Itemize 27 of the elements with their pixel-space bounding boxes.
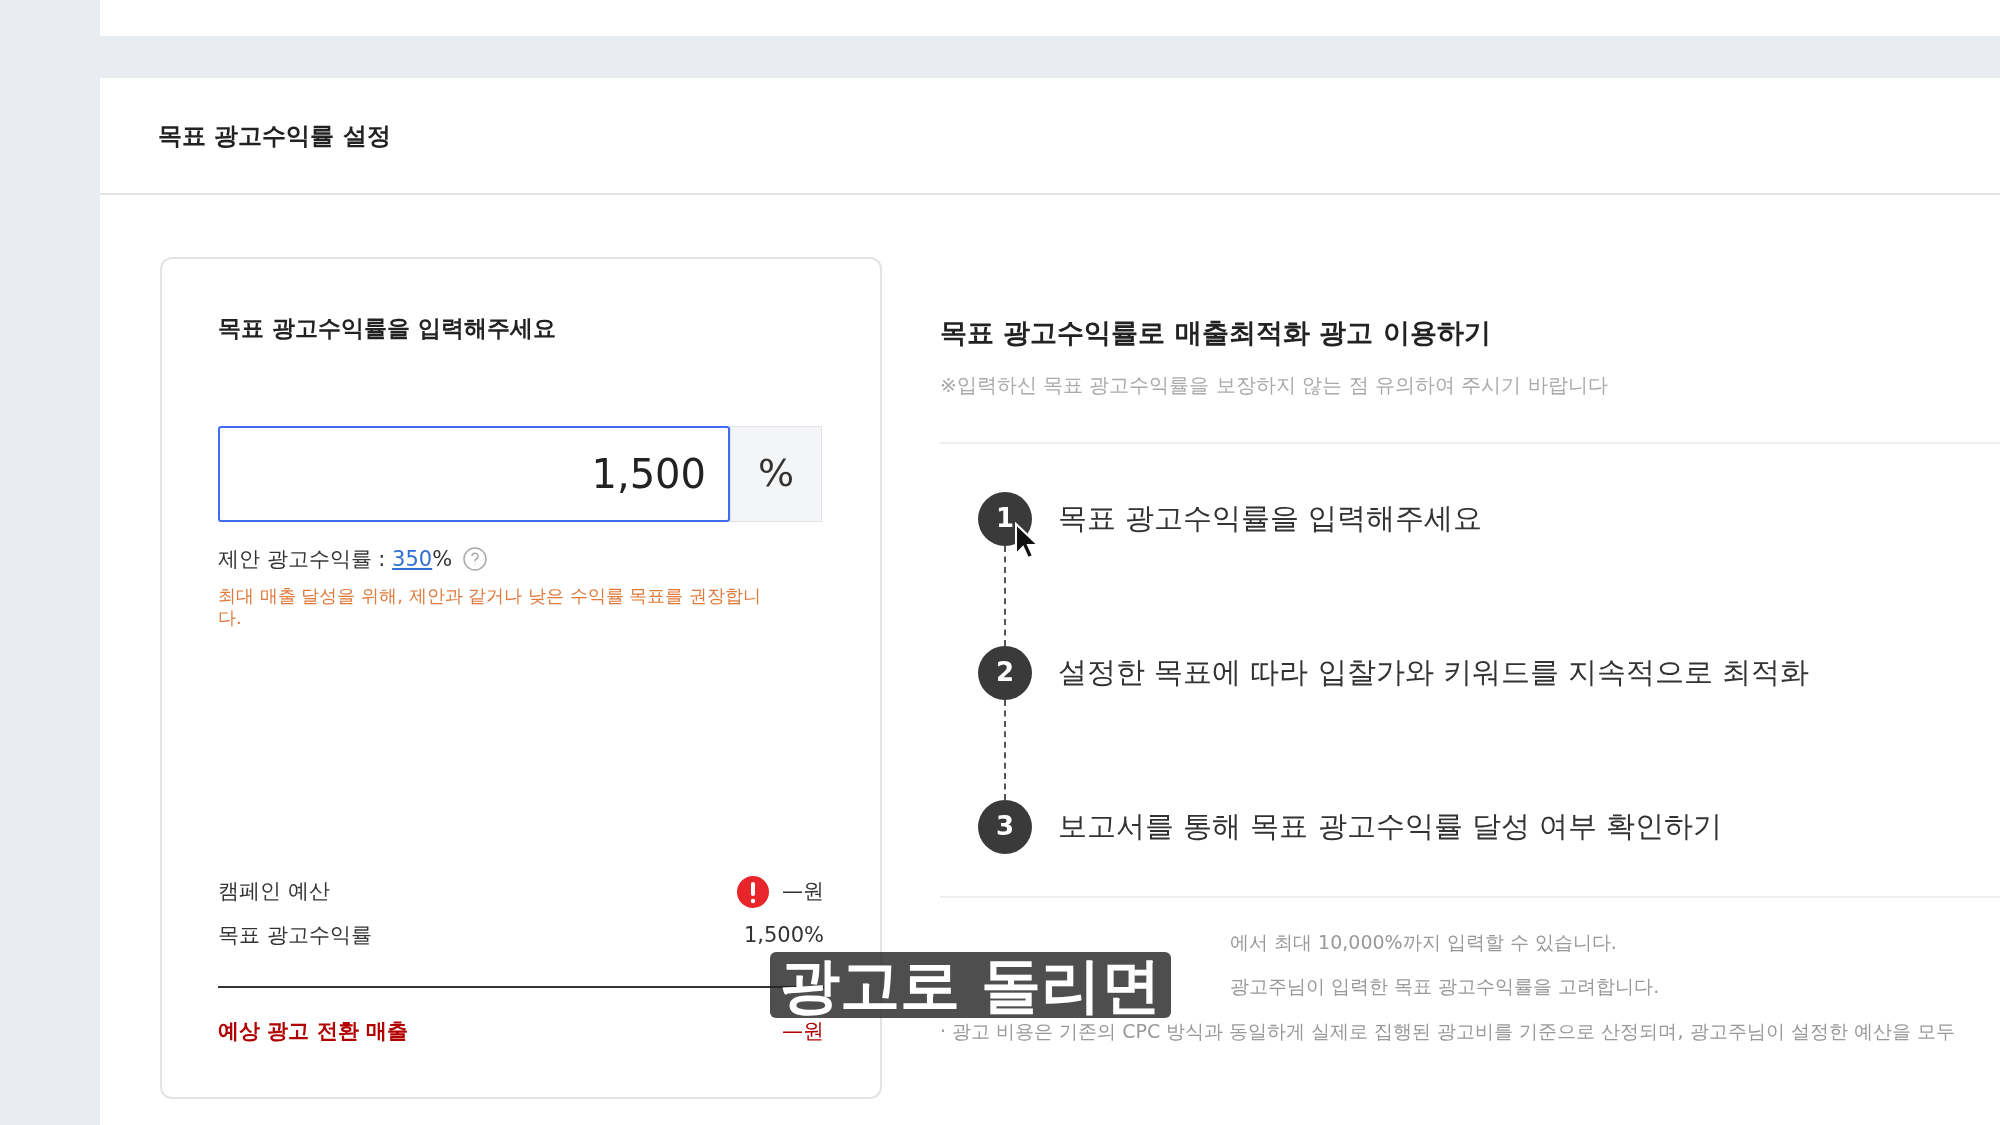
video-caption: 광고로 돌리면 xyxy=(770,952,1171,1018)
step-text: 보고서를 통해 목표 광고수익률 달성 여부 확인하기 xyxy=(1058,807,1723,845)
step-number: 2 xyxy=(978,645,1032,700)
note-text: · 광고 비용은 기존의 CPC 방식과 동일하게 실제로 집행된 광고비를 기준으로 산정되며, 광고주님이 설정한 예산을 모두 xyxy=(940,1018,1956,1044)
suggestion-link[interactable]: 350 xyxy=(392,546,433,571)
total-label: 예상 광고 전환 매출 xyxy=(218,1017,408,1045)
step-number: 3 xyxy=(978,799,1032,854)
guide-notice: ※입력하신 목표 광고수익률을 보장하지 않는 점 유의하여 주시기 바랍니다 xyxy=(940,371,1609,399)
guide-title: 목표 광고수익률로 매출최적화 광고 이용하기 xyxy=(940,316,1492,350)
step-text: 목표 광고수익률을 입력해주세요 xyxy=(1058,499,1483,537)
summary-value: —원 xyxy=(782,877,824,905)
section-title: 목표 광고수익률 설정 xyxy=(158,120,391,152)
step-number: 1 xyxy=(978,491,1032,546)
suggestion-text: 제안 광고수익률 : 350% xyxy=(218,545,453,573)
warning-text: 최대 매출 달성을 위해, 제안과 같거나 낮은 수익률 목표를 권장합니다. xyxy=(218,585,763,629)
note-text: 에서 최대 10,000%까지 입력할 수 있습니다. xyxy=(1230,929,1618,955)
summary-label: 목표 광고수익률 xyxy=(218,921,372,949)
unit-label: % xyxy=(730,425,822,522)
alert-icon xyxy=(736,874,770,909)
summary-label: 캠페인 예산 xyxy=(218,877,330,905)
total-value: —원 xyxy=(782,1017,824,1045)
card-title: 목표 광고수익률을 입력해주세요 xyxy=(218,314,557,343)
step-text: 설정한 목표에 따라 입찰가와 키워드를 지속적으로 최적화 xyxy=(1058,653,1810,691)
input-field[interactable]: 1,500 xyxy=(218,425,730,522)
help-icon[interactable] xyxy=(462,546,489,573)
summary-value: 1,500% xyxy=(743,921,824,949)
note-text: 광고주님이 입력한 목표 광고수익률을 고려합니다. xyxy=(1230,974,1661,999)
